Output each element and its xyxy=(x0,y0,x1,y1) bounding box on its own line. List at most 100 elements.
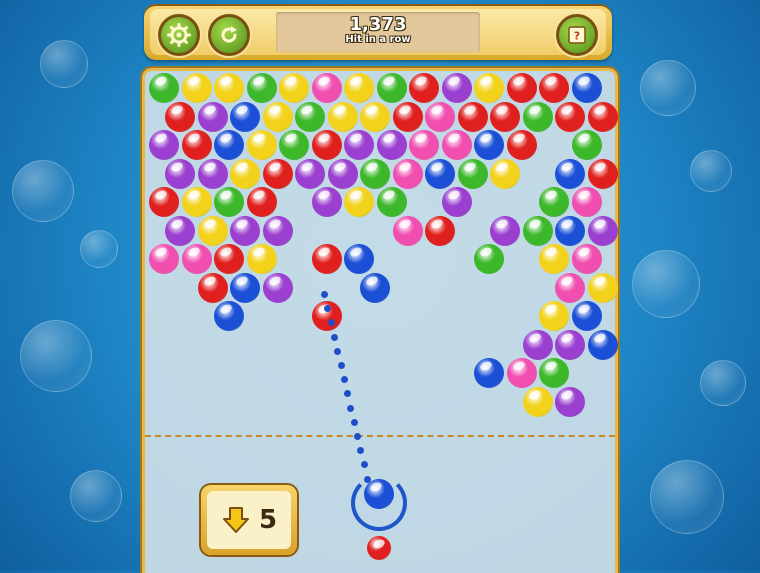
bubble-blue xyxy=(474,130,504,160)
bubble-red xyxy=(555,101,585,132)
bubble-purple xyxy=(262,272,293,303)
background-bubble xyxy=(40,40,88,88)
aim-dot xyxy=(337,362,345,369)
bubble-red xyxy=(149,187,179,217)
bubble-pink xyxy=(571,187,602,217)
bubble-purple xyxy=(230,215,260,246)
background-bubble xyxy=(650,460,724,534)
bubble-yellow xyxy=(539,244,569,274)
bubble-purple xyxy=(311,187,342,217)
aim-dot xyxy=(334,347,342,355)
score-value: 1,373 xyxy=(349,14,407,35)
bubble-red xyxy=(587,101,618,132)
game-board[interactable]: 5 xyxy=(142,68,618,573)
help-book-icon: ? xyxy=(568,26,586,44)
bubble-pink xyxy=(555,272,585,303)
bubble-pink xyxy=(311,73,342,103)
bubble-red xyxy=(425,215,455,246)
bubble-purple xyxy=(295,158,325,189)
aim-dot xyxy=(363,475,371,483)
moves-value: 5 xyxy=(258,505,278,535)
bubble-red xyxy=(392,101,423,132)
bubble-blue xyxy=(587,329,618,360)
bubble-red xyxy=(311,244,342,274)
aim-dot xyxy=(321,291,328,298)
background-bubble xyxy=(70,470,122,522)
bubble-pink xyxy=(149,244,179,274)
bubble-red xyxy=(457,101,488,132)
bubble-blue xyxy=(555,158,585,189)
top-bar: 1,373 Hit in a row ? xyxy=(144,4,612,60)
background-bubble xyxy=(80,230,118,268)
bubble-green xyxy=(376,73,407,103)
bubble-purple xyxy=(441,187,472,217)
bubble-purple xyxy=(376,130,407,160)
bubble-red xyxy=(262,158,293,189)
bubble-green xyxy=(214,187,244,217)
bubble-blue xyxy=(214,301,244,331)
bubble-pink xyxy=(571,244,602,274)
bubble-purple xyxy=(149,130,179,160)
bubble-green xyxy=(539,187,569,217)
bubble-green xyxy=(246,73,277,103)
score-label: Hit in a row xyxy=(345,34,411,45)
aim-dot xyxy=(344,390,352,398)
bubble-purple xyxy=(522,329,553,360)
down-arrow-icon xyxy=(222,507,249,533)
bubble-purple xyxy=(327,158,358,189)
next-bubble[interactable] xyxy=(367,536,391,560)
bubble-red xyxy=(246,187,277,217)
bubble-yellow xyxy=(279,73,309,103)
bubble-yellow xyxy=(246,244,277,274)
gear-icon xyxy=(167,23,191,47)
bubble-yellow xyxy=(539,301,569,331)
background-bubble xyxy=(640,60,696,116)
bubble-red xyxy=(197,272,228,303)
background-bubble xyxy=(20,320,92,392)
bubble-green xyxy=(360,158,390,189)
bubble-yellow xyxy=(360,101,390,132)
aim-dot xyxy=(340,376,348,384)
bubble-blue xyxy=(555,215,585,246)
bubble-red xyxy=(214,244,244,274)
moves-counter: 5 xyxy=(201,485,297,555)
current-bubble[interactable] xyxy=(364,479,394,509)
bubble-red xyxy=(506,73,537,103)
bubble-yellow xyxy=(197,215,228,246)
bubble-yellow xyxy=(587,272,618,303)
aim-dot xyxy=(357,447,365,455)
bubble-purple xyxy=(555,329,585,360)
settings-button[interactable] xyxy=(158,14,200,56)
bubble-purple xyxy=(344,130,374,160)
bubble-blue xyxy=(571,73,602,103)
bubble-green xyxy=(522,215,553,246)
aim-dot xyxy=(350,418,358,426)
bubble-pink xyxy=(441,130,472,160)
bubble-purple xyxy=(490,215,520,246)
bubble-yellow xyxy=(262,101,293,132)
restart-icon xyxy=(221,26,237,43)
bubble-blue xyxy=(344,244,374,274)
background-bubble xyxy=(700,360,746,406)
bubble-pink xyxy=(425,101,455,132)
bubble-yellow xyxy=(344,73,374,103)
bubble-yellow xyxy=(181,187,212,217)
bubble-yellow xyxy=(327,101,358,132)
restart-button[interactable] xyxy=(208,14,250,56)
bubble-pink xyxy=(409,130,439,160)
bubble-purple xyxy=(165,215,195,246)
bubble-blue xyxy=(230,272,260,303)
bubble-purple xyxy=(197,101,228,132)
bubble-yellow xyxy=(214,73,244,103)
help-button[interactable]: ? xyxy=(556,14,598,56)
bubble-purple xyxy=(262,215,293,246)
svg-text:?: ? xyxy=(574,30,580,43)
aim-dot xyxy=(347,404,355,412)
bubble-red xyxy=(181,130,212,160)
bubble-green xyxy=(571,130,602,160)
background-bubble xyxy=(690,150,732,192)
bubble-green xyxy=(457,158,488,189)
background-bubble xyxy=(12,160,74,222)
aim-dot xyxy=(354,433,361,440)
bubble-green xyxy=(149,73,179,103)
